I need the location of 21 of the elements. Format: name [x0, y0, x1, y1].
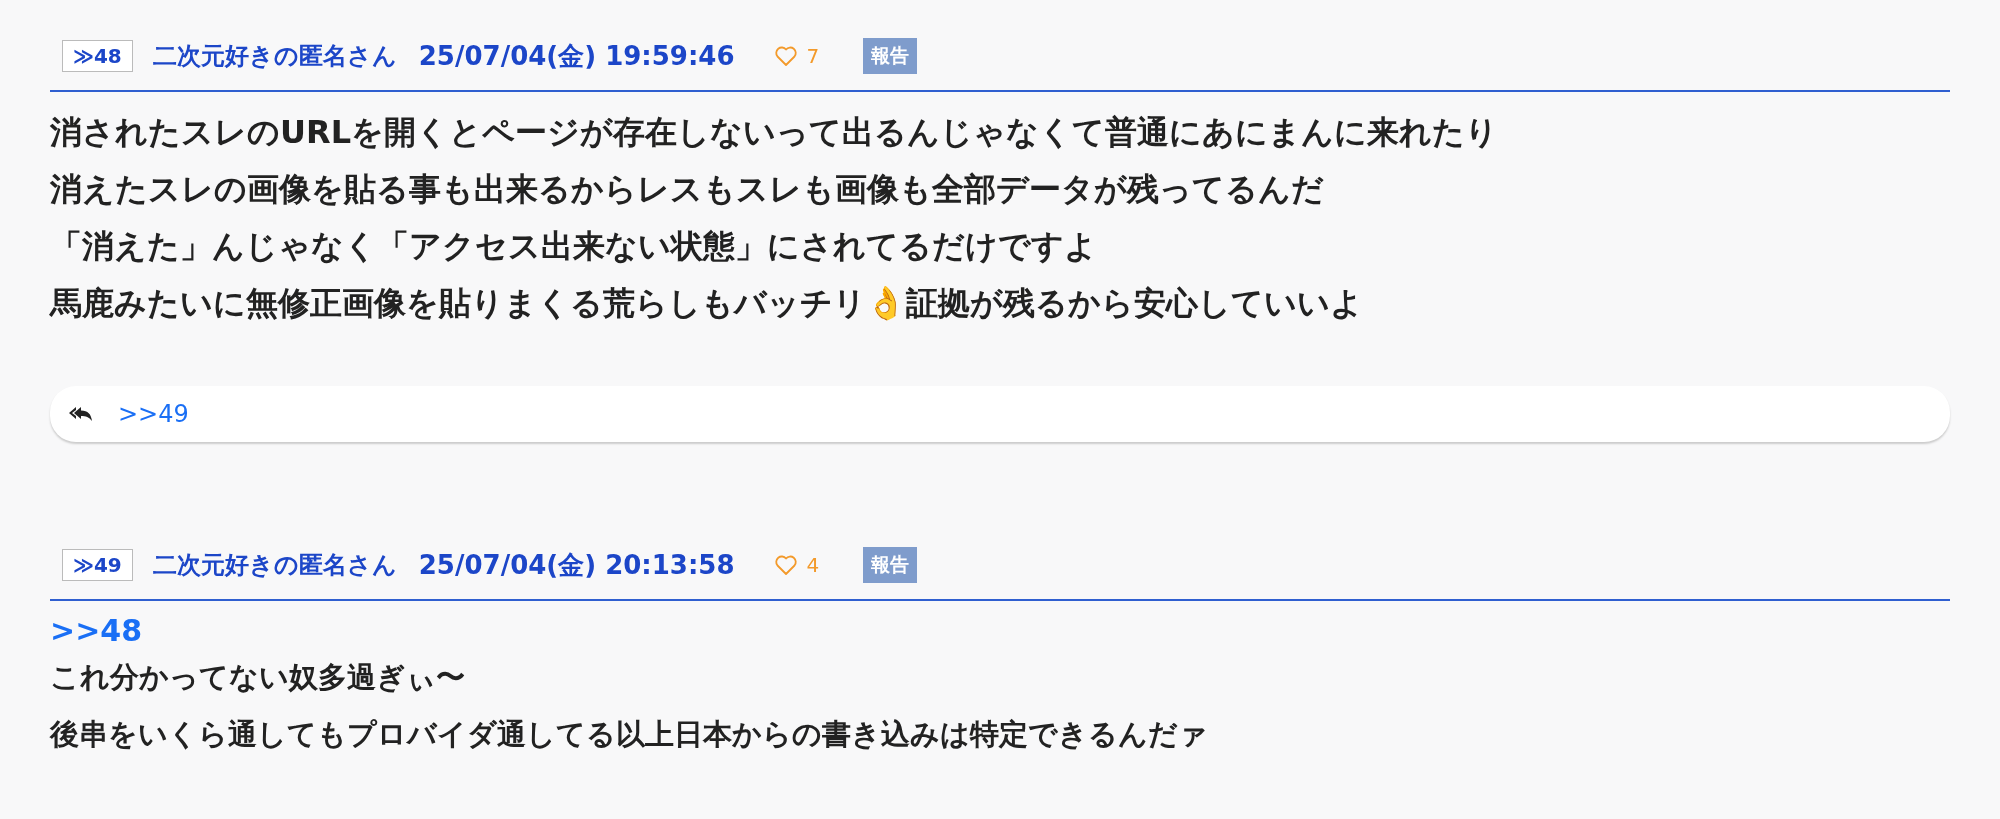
post-text: 後串をいくら通してもプロバイダ通してる以上日本からの書き込みは特定できるんだァ — [50, 716, 1209, 753]
post-text: これ分かってない奴多過ぎぃ〜 — [50, 659, 466, 696]
post-date: 25/07/04(金) 20:13:58 — [418, 548, 735, 582]
report-button[interactable]: 報告 — [863, 38, 918, 74]
poster-name: 二次元好きの匿名さん — [152, 550, 397, 581]
quote-link[interactable]: >>48 — [50, 613, 1950, 649]
like-count: 4 — [806, 553, 820, 577]
poster-name: 二次元好きの匿名さん — [152, 41, 397, 72]
report-button[interactable]: 報告 — [863, 547, 918, 583]
post-number-link[interactable]: ≫48 — [62, 40, 133, 72]
post-date: 25/07/04(金) 19:59:46 — [418, 39, 735, 73]
post-number-link[interactable]: ≫49 — [62, 549, 133, 581]
post-text: 消えたスレの画像を貼る事も出来るからレスもスレも画像も全部データが残ってるんだ — [50, 169, 1325, 210]
reply-all-icon — [68, 405, 94, 423]
like-count: 7 — [806, 44, 820, 68]
post-text: 「消えた」んじゃなく「アクセス出来ない状態」にされてるだけですよ — [50, 226, 1098, 267]
post-text: 馬鹿みたいに無修正画像を貼りまくる荒らしもバッチリ👌証拠が残るから安心していいよ — [50, 283, 1364, 324]
heart-icon[interactable] — [774, 554, 799, 576]
heart-icon[interactable] — [774, 45, 799, 67]
post-text: 消されたスレのURLを開くとページが存在しないって出るんじゃなくて普通にあにまんに来れたり — [50, 112, 1499, 153]
reply-link[interactable]: >>49 — [118, 400, 189, 428]
